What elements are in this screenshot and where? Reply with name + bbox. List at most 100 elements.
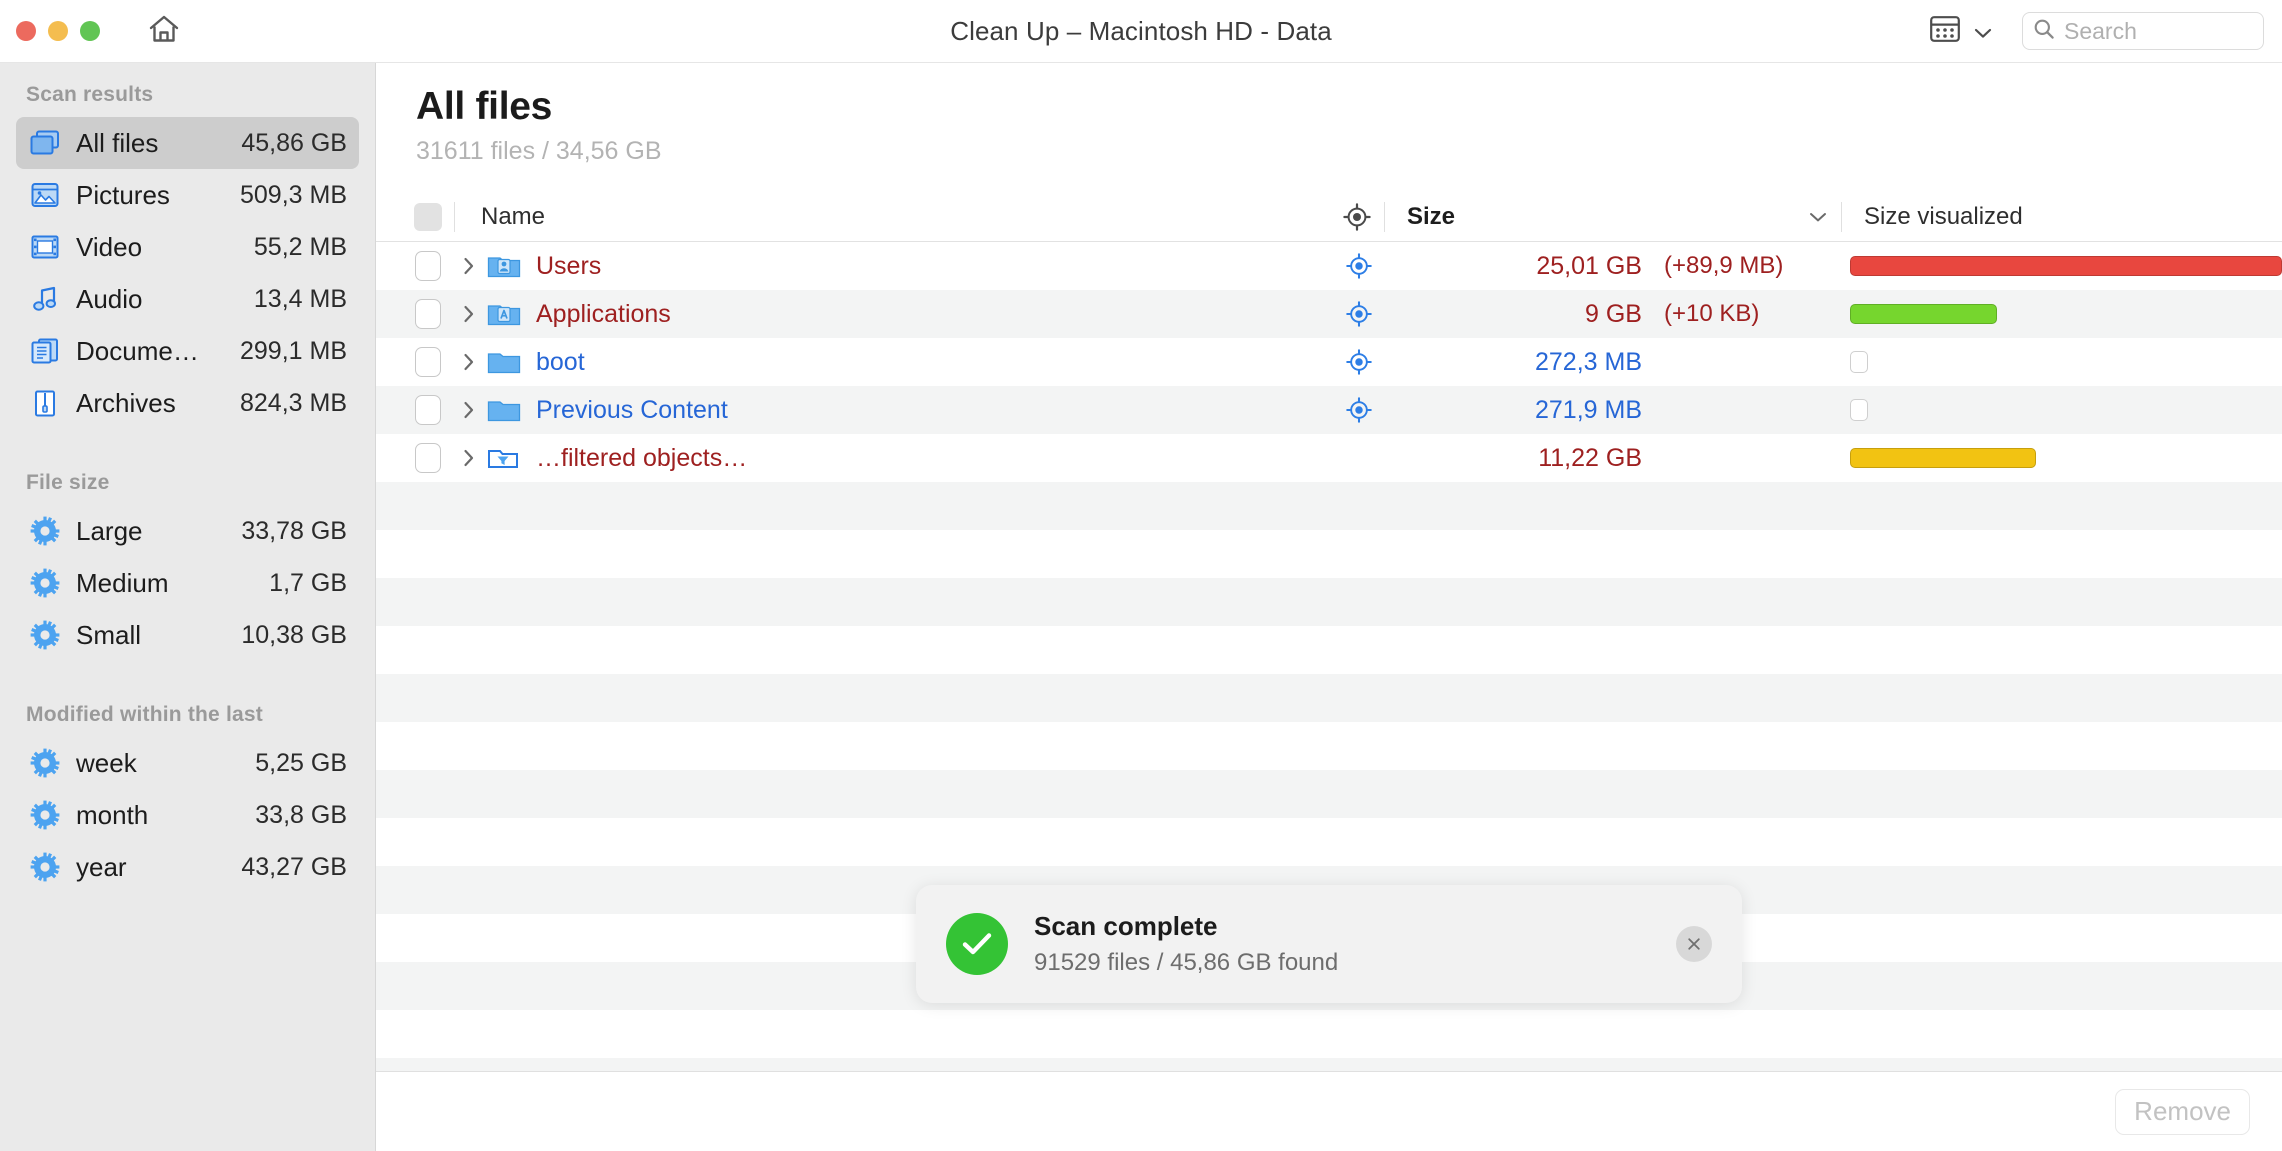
- search-icon: [2033, 18, 2055, 45]
- row-checkbox[interactable]: [415, 395, 441, 425]
- table-row-empty: [376, 530, 2282, 578]
- row-checkbox-cell[interactable]: [402, 395, 454, 425]
- table-row[interactable]: boot 272,3 MB: [376, 338, 2282, 386]
- row-size: 9 GB: [1585, 299, 1642, 328]
- select-all-checkbox[interactable]: [414, 202, 442, 231]
- sidebar-item-archives[interactable]: Archives 824,3 MB: [16, 377, 359, 429]
- expand-disclosure-icon[interactable]: [454, 256, 484, 276]
- row-size-delta: (+10 KB): [1664, 300, 1760, 327]
- sidebar-item-medium[interactable]: Medium 1,7 GB: [16, 557, 359, 609]
- sidebar-item-label: month: [76, 799, 149, 830]
- gear-icon: [28, 568, 62, 598]
- check-circle-icon: [946, 913, 1008, 975]
- sidebar-item-size: 33,78 GB: [241, 516, 347, 545]
- row-checkbox-cell[interactable]: [402, 299, 454, 329]
- column-header-size[interactable]: Size: [1385, 203, 1645, 231]
- view-mode-button[interactable]: [1920, 12, 2000, 51]
- sidebar-item-label: Archives: [76, 387, 176, 418]
- expand-disclosure-icon[interactable]: [454, 304, 484, 324]
- minimize-window-button[interactable]: [48, 21, 68, 41]
- size-bar: [1850, 304, 1997, 324]
- sidebar-item-video[interactable]: Video 55,2 MB: [16, 221, 359, 273]
- sidebar-item-size: 299,1 MB: [239, 336, 347, 365]
- sidebar-item-label: Audio: [76, 283, 143, 314]
- scan-complete-toast: Scan complete 91529 files / 45,86 GB fou…: [916, 885, 1742, 1003]
- page-subtitle: 31611 files / 34,56 GB: [416, 137, 662, 165]
- expand-disclosure-icon[interactable]: [454, 448, 484, 468]
- table-row[interactable]: Users 25,01 GB (+89,9 MB): [376, 242, 2282, 290]
- row-checkbox[interactable]: [415, 251, 441, 281]
- gear-icon: [28, 852, 62, 882]
- row-checkbox[interactable]: [415, 299, 441, 329]
- sidebar-item-month[interactable]: month 33,8 GB: [16, 789, 359, 841]
- grid-view-icon: [1930, 15, 1960, 47]
- zoom-window-button[interactable]: [80, 21, 100, 41]
- row-name-cell: boot: [484, 348, 1332, 377]
- sidebar-item-large[interactable]: Large 33,78 GB: [16, 505, 359, 557]
- title-bar: Clean Up – Macintosh HD - Data Search: [0, 0, 2282, 63]
- row-checkbox-cell[interactable]: [402, 443, 454, 473]
- sidebar-item-audio[interactable]: Audio 13,4 MB: [16, 273, 359, 325]
- audio-icon: [28, 286, 62, 312]
- table-row-empty: [376, 818, 2282, 866]
- size-bar-empty: [1850, 399, 1868, 421]
- folder-icon: [484, 348, 524, 376]
- sidebar-item-size: 43,27 GB: [241, 852, 347, 881]
- table-row[interactable]: …filtered objects… 11,22 GB: [376, 434, 2282, 482]
- remove-button[interactable]: Remove: [2115, 1088, 2250, 1135]
- sidebar-item-size: 824,3 MB: [239, 388, 347, 417]
- folder-icon: [484, 396, 524, 424]
- row-checkbox[interactable]: [415, 443, 441, 473]
- expand-disclosure-icon[interactable]: [454, 352, 484, 372]
- sidebar: Scan results All files 45,86 GB Pictures…: [0, 63, 376, 1151]
- sidebar-group-file-size: File size Large 33,78 GB Medium 1,7 GB S…: [0, 455, 375, 661]
- select-all-checkbox-cell[interactable]: [402, 202, 454, 231]
- row-size: 25,01 GB: [1536, 251, 1642, 280]
- archives-icon: [28, 390, 62, 417]
- sidebar-item-small[interactable]: Small 10,38 GB: [16, 609, 359, 661]
- row-target-icon[interactable]: [1332, 396, 1386, 424]
- close-window-button[interactable]: [16, 21, 36, 41]
- sort-chevron-down-icon[interactable]: [1795, 211, 1841, 223]
- row-name-cell: Users: [484, 252, 1332, 281]
- close-icon[interactable]: [1676, 926, 1712, 962]
- gear-icon: [28, 748, 62, 778]
- column-header-name[interactable]: Name: [455, 203, 1330, 231]
- column-header-size-visualized[interactable]: Size visualized: [1842, 203, 2282, 231]
- row-checkbox[interactable]: [415, 347, 441, 377]
- table-header: Name Size Size visualized: [376, 192, 2282, 242]
- target-icon: [1330, 202, 1384, 232]
- table-row[interactable]: Applications 9 GB (+10 KB): [376, 290, 2282, 338]
- row-size-bar-cell: [1842, 304, 2282, 324]
- table-row-empty: [376, 578, 2282, 626]
- row-checkbox-cell[interactable]: [402, 251, 454, 281]
- table-row-empty: [376, 722, 2282, 770]
- home-icon: [148, 14, 180, 49]
- row-name-label: Previous Content: [536, 395, 728, 424]
- sidebar-item-size: 45,86 GB: [241, 128, 347, 157]
- sidebar-item-size: 509,3 MB: [239, 180, 347, 209]
- sidebar-item-year[interactable]: year 43,27 GB: [16, 841, 359, 893]
- sidebar-item-documents[interactable]: Docume… 299,1 MB: [16, 325, 359, 377]
- table-row-empty: [376, 1058, 2282, 1071]
- row-name-label: Applications: [536, 299, 671, 328]
- table-row[interactable]: Previous Content 271,9 MB: [376, 386, 2282, 434]
- row-target-icon[interactable]: [1332, 300, 1386, 328]
- bottom-toolbar: Remove: [376, 1071, 2282, 1151]
- sidebar-item-week[interactable]: week 5,25 GB: [16, 737, 359, 789]
- row-name-label: …filtered objects…: [536, 443, 748, 472]
- sidebar-item-pictures[interactable]: Pictures 509,3 MB: [16, 169, 359, 221]
- toast-text: Scan complete 91529 files / 45,86 GB fou…: [1008, 911, 1676, 977]
- row-target-icon[interactable]: [1332, 252, 1386, 280]
- table-row-empty: [376, 626, 2282, 674]
- sidebar-item-label: Small: [76, 619, 142, 650]
- row-size-bar-cell: [1842, 351, 2282, 373]
- page-title: All files: [416, 85, 553, 128]
- sidebar-item-all-files[interactable]: All files 45,86 GB: [16, 117, 359, 169]
- home-button[interactable]: [142, 9, 186, 53]
- row-target-icon[interactable]: [1332, 348, 1386, 376]
- row-checkbox-cell[interactable]: [402, 347, 454, 377]
- search-field[interactable]: Search: [2022, 12, 2264, 50]
- expand-disclosure-icon[interactable]: [454, 400, 484, 420]
- row-size-bar-cell: [1842, 256, 2282, 276]
